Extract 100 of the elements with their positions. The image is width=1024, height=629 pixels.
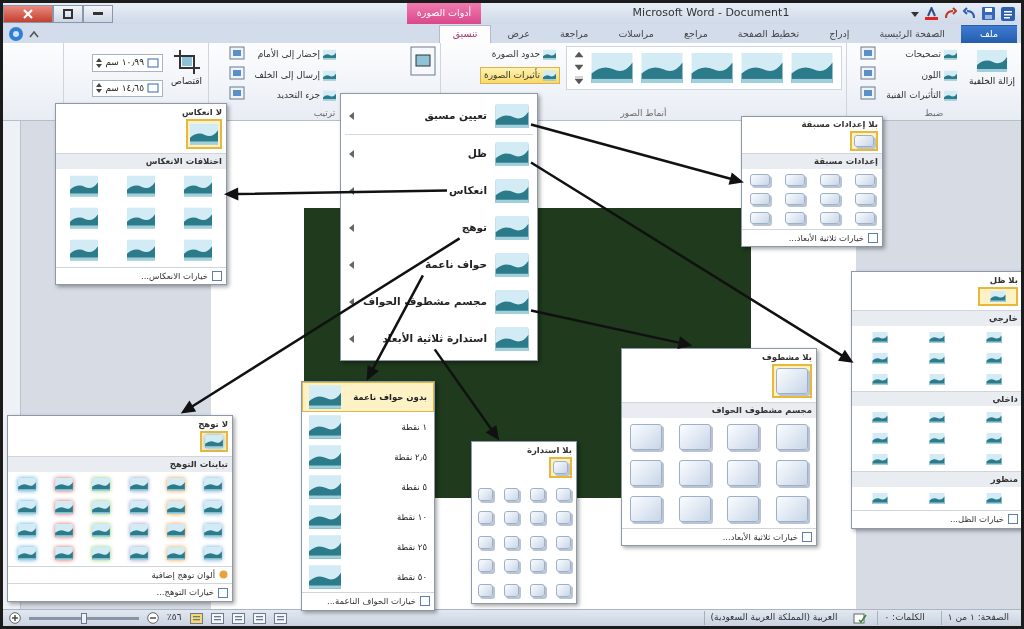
submenu-arrow-icon	[349, 111, 354, 120]
picture-icon	[323, 90, 336, 102]
section-heading: تباينات التوهج	[8, 455, 232, 472]
menu-item[interactable]: خيارات ثلاثية الأبعاد...	[742, 228, 882, 247]
spinner-icon	[96, 83, 103, 94]
view-icon[interactable]	[189, 612, 203, 624]
menu-item[interactable]: تعيين مسبق	[341, 97, 537, 134]
ribbon-tab[interactable]: مراسلات	[604, 25, 668, 43]
ribbon-tab[interactable]: تخطيط الصفحة	[723, 25, 814, 43]
chevron-up-icon[interactable]	[29, 30, 39, 38]
status-page[interactable]: الصفحة: ١ من ١	[940, 611, 1015, 625]
zoom-out-icon[interactable]	[147, 612, 159, 624]
no-effect-thumbnail[interactable]	[978, 286, 1018, 306]
scroll-arrows-icon[interactable]	[575, 51, 583, 85]
size-field[interactable]: ١٤٫٦٥ سم	[92, 79, 164, 97]
menu-item[interactable]: ٢٫٥ نقطة	[302, 442, 434, 472]
caret-icon[interactable]	[911, 9, 919, 18]
help-icon[interactable]	[9, 27, 23, 41]
ribbon-button[interactable]: التأثيرات الفنية	[882, 87, 962, 105]
menu-item[interactable]: خيارات الحواف الناعمة...	[302, 592, 434, 610]
menu-item[interactable]: ألوان توهج إضافية	[8, 565, 232, 584]
status-words[interactable]: الكلمات: ٠	[877, 611, 931, 625]
zoom-in-icon[interactable]	[9, 612, 21, 624]
view-icon[interactable]	[210, 612, 224, 624]
position-icon[interactable]	[410, 46, 436, 76]
ribbon-tab[interactable]: ملف	[960, 25, 1017, 43]
options-icon	[212, 270, 222, 281]
picture-style-thumbnail[interactable]	[741, 53, 783, 83]
group-label: أنماط الصور	[620, 107, 667, 120]
gallery-heading: بلا إعدادات مسبقة	[801, 118, 878, 131]
menu-item[interactable]: خيارات ثلاثية الأبعاد...	[622, 527, 816, 546]
ribbon-button[interactable]: تصحيحات	[882, 46, 962, 64]
ribbon-tab[interactable]: الصفحة الرئيسية	[865, 25, 959, 43]
menu-item[interactable]: ظل	[341, 135, 537, 172]
redo-icon[interactable]	[944, 7, 957, 20]
undo-icon[interactable]	[963, 7, 976, 20]
no-effect-thumbnail[interactable]	[200, 430, 228, 452]
dimension-icon	[147, 57, 160, 68]
ribbon-tab[interactable]: تنسيق	[438, 25, 492, 43]
restore-button[interactable]	[53, 4, 83, 23]
view-icon[interactable]	[273, 612, 287, 624]
submenu-arrow-icon	[349, 149, 354, 158]
close-button[interactable]	[3, 4, 53, 23]
layout-icon[interactable]	[228, 86, 245, 100]
menu-item[interactable]: خيارات الظل...	[852, 510, 1021, 528]
minimize-button[interactable]	[83, 4, 113, 23]
ribbon-button[interactable]: جزء التحديد	[250, 87, 340, 105]
menu-item[interactable]: ٥٠ نقطة	[302, 562, 434, 592]
picture-style-thumbnail[interactable]	[591, 53, 633, 83]
picture-effect-icon	[495, 326, 529, 351]
ribbon-button[interactable]: إزالة الخلفية	[967, 46, 1017, 89]
menu-item[interactable]: ١٠ نقطة	[302, 502, 434, 532]
ribbon-tab[interactable]: عرض	[493, 25, 544, 43]
proofing-icon[interactable]	[853, 612, 868, 624]
options-icon	[420, 596, 430, 607]
slider-thumb[interactable]	[81, 612, 87, 624]
status-language[interactable]: العربية (المملكة العربية السعودية)	[703, 611, 844, 625]
no-effect-thumbnail[interactable]	[850, 130, 878, 151]
ribbon-tab[interactable]: إدراج	[815, 25, 864, 43]
minimize-icon	[93, 12, 103, 15]
zoom-level[interactable]: ٥٦٪	[167, 611, 182, 625]
menu-item[interactable]: ٢٥ نقطة	[302, 532, 434, 562]
menu-item[interactable]: ٥ نقطة	[302, 472, 434, 502]
no-effect-thumbnail[interactable]	[186, 118, 222, 149]
ribbon-button[interactable]: اللون	[882, 66, 962, 84]
picture-style-thumbnail[interactable]	[641, 53, 683, 83]
view-icon[interactable]	[252, 612, 266, 624]
menu-item[interactable]: خيارات الانعكاس...	[56, 266, 226, 285]
gallery-heading: بلا استدارة	[526, 444, 572, 457]
section-heading: خارجي	[852, 309, 1021, 326]
ribbon-tab[interactable]: مراجع	[669, 25, 722, 43]
options-icon	[218, 587, 228, 598]
picture-icon	[323, 69, 336, 81]
menu-item[interactable]: ١ نقطة	[302, 412, 434, 442]
picture-icon	[323, 49, 336, 61]
layout-icon[interactable]	[860, 46, 877, 60]
ribbon-tab[interactable]: مراجعة	[545, 25, 603, 43]
ribbon-button[interactable]: حدود الصورة	[479, 46, 560, 64]
ribbon-button[interactable]: إرسال إلى الخلف	[250, 66, 340, 84]
view-icon[interactable]	[231, 612, 245, 624]
layout-icon[interactable]	[860, 66, 877, 80]
document-icon[interactable]	[1001, 6, 1015, 21]
menu-item[interactable]: توهج	[341, 209, 537, 246]
picture-style-thumbnail[interactable]	[791, 53, 833, 83]
ribbon-button[interactable]: إحضار إلى الأمام	[250, 46, 340, 64]
no-effect-thumbnail[interactable]	[549, 456, 572, 478]
ribbon-button[interactable]: اقتصاص	[169, 46, 204, 89]
picture-icon	[543, 49, 556, 61]
menu-item[interactable]: خيارات التوهج...	[8, 583, 232, 601]
font-color-icon[interactable]	[925, 7, 938, 20]
layout-icon[interactable]	[860, 86, 877, 100]
no-effect-thumbnail[interactable]	[772, 363, 812, 398]
layout-icon[interactable]	[228, 46, 245, 60]
layout-icon[interactable]	[228, 66, 245, 80]
size-field[interactable]: ١٠٫٩٩ سم	[92, 54, 164, 72]
picture-style-thumbnail[interactable]	[691, 53, 733, 83]
save-icon[interactable]	[982, 7, 995, 20]
ribbon-button[interactable]: تأثيرات الصورة	[479, 66, 560, 84]
picture-thumbnail-icon	[309, 565, 341, 589]
menu-item[interactable]: بدون حواف ناعمة	[302, 382, 434, 412]
